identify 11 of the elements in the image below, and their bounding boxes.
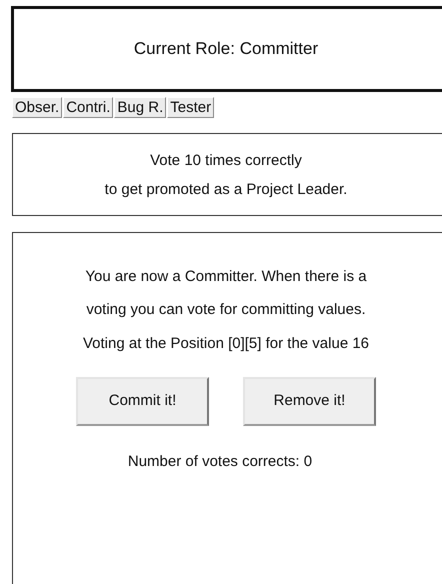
role-tab[interactable]: Contri. <box>63 97 114 118</box>
role-tab[interactable]: Tester <box>167 97 214 118</box>
vote-count: Number of votes corrects: 0 <box>128 452 312 472</box>
vote-button[interactable]: Remove it! <box>243 377 376 426</box>
promotion-info: Vote 10 times correctly to get promoted as a Project Leader. <box>12 133 442 216</box>
role-header: Current Role: Committer <box>11 6 442 92</box>
intro-text: You are now a Committer. When there is a voting you can vote for committing values. <box>85 267 367 320</box>
vote-button[interactable]: Commit it! <box>76 377 209 426</box>
voting-info: Voting at the Position [0][5] for the value 16 <box>82 334 370 354</box>
role-tab[interactable]: Bug R. <box>114 97 166 118</box>
role-tab[interactable]: Obser. <box>12 97 62 118</box>
